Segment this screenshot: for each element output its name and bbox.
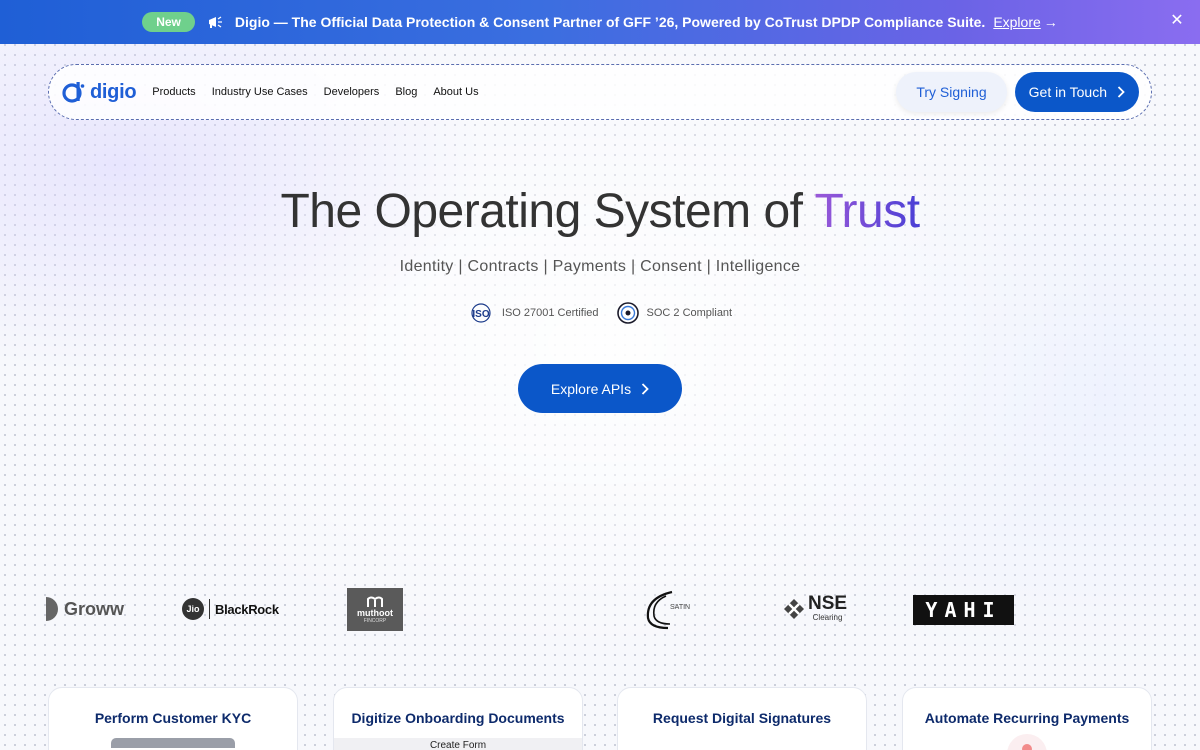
iso-badge-icon: ISO xyxy=(471,303,491,323)
main-nav: digio Products Industry Use Cases Develo… xyxy=(48,64,1152,120)
try-signing-label: Try Signing xyxy=(916,84,987,100)
card-preview xyxy=(111,738,235,748)
nav-item-about-us[interactable]: About Us xyxy=(433,86,478,98)
client-logos: Groww Jio BlackRock muthoot FINCORP SATI… xyxy=(0,585,1200,635)
jio-blackrock-logo: Jio BlackRock xyxy=(182,598,279,620)
explore-apis-label: Explore APIs xyxy=(550,380,632,397)
card-title: Digitize Onboarding Documents xyxy=(351,710,565,726)
nav-menu: Products Industry Use Cases Developers B… xyxy=(152,86,478,98)
jio-mark: Jio xyxy=(182,598,204,620)
get-in-touch-button[interactable]: Get in Touch xyxy=(1014,72,1139,112)
banner-explore-link[interactable]: Explore xyxy=(993,14,1040,30)
hero-title: The Operating System of Trust xyxy=(0,184,1200,239)
groww-text: Groww xyxy=(64,598,125,619)
nav-actions: Try Signing Get in Touch xyxy=(896,72,1139,112)
card-title: Perform Customer KYC xyxy=(94,710,252,726)
hero-title-accent: Trust xyxy=(814,185,920,238)
card-preview-form: Create Form xyxy=(334,738,582,750)
yahi-logo: YAHI xyxy=(913,595,1014,625)
groww-logo: Groww xyxy=(46,597,124,621)
card-title: Automate Recurring Payments xyxy=(924,710,1130,726)
muthoot-text: muthoot xyxy=(357,607,393,618)
new-badge: New xyxy=(142,12,195,32)
nav-item-products[interactable]: Products xyxy=(152,86,195,98)
banner-message: Digio — The Official Data Protection & C… xyxy=(234,14,986,30)
certifications: ISO ISO 27001 Certified SOC 2 Compliant xyxy=(0,302,1200,324)
get-in-touch-label: Get in Touch xyxy=(1028,84,1107,100)
iso-label: ISO 27001 Certified xyxy=(501,307,599,319)
satin-text: SATIN xyxy=(670,603,691,611)
satin-logo: SATIN xyxy=(642,588,690,630)
card-recurring-payments[interactable]: Automate Recurring Payments xyxy=(902,687,1152,750)
muthoot-logo: muthoot FINCORP xyxy=(347,588,403,631)
megaphone-icon xyxy=(208,16,222,28)
try-signing-button[interactable]: Try Signing xyxy=(896,72,1007,112)
nse-text-group: NSE Clearing xyxy=(808,593,848,622)
card-customer-kyc[interactable]: Perform Customer KYC xyxy=(48,687,298,750)
soc-badge-icon xyxy=(616,302,639,324)
nse-mark-icon xyxy=(784,598,804,619)
nse-sub: Clearing xyxy=(812,613,843,622)
card-title: Request Digital Signatures xyxy=(652,710,832,726)
iso-badge-text: ISO xyxy=(472,309,489,320)
card-digital-signatures[interactable]: Request Digital Signatures xyxy=(617,687,867,750)
soc-certification: SOC 2 Compliant xyxy=(616,302,733,324)
muthoot-mark-icon xyxy=(367,596,383,607)
iso-certification: ISO ISO 27001 Certified xyxy=(468,303,599,323)
nse-logo: NSE Clearing xyxy=(783,593,848,622)
announcement-banner: New Digio — The Official Data Protection… xyxy=(0,0,1200,44)
digio-logo[interactable]: digio xyxy=(61,79,137,105)
groww-mark-icon xyxy=(46,597,58,621)
muthoot-sub: FINCORP xyxy=(363,617,387,624)
nav-item-developers[interactable]: Developers xyxy=(324,86,380,98)
hero-title-main: The Operating System of xyxy=(280,185,815,238)
card-onboarding-documents[interactable]: Digitize Onboarding Documents Create For… xyxy=(333,687,583,750)
nav-item-industry-use-cases[interactable]: Industry Use Cases xyxy=(212,86,308,98)
chevron-right-icon xyxy=(1117,86,1125,98)
digio-logo-icon xyxy=(62,82,85,103)
nav-item-blog[interactable]: Blog xyxy=(395,86,417,98)
explore-apis-button[interactable]: Explore APIs xyxy=(518,364,682,413)
yahi-text: YAHI xyxy=(925,598,1002,622)
close-icon[interactable]: ✕ xyxy=(1168,12,1186,30)
logo-divider xyxy=(209,599,210,619)
hero-subtitle: Identity | Contracts | Payments | Consen… xyxy=(399,258,801,275)
logo-text: digio xyxy=(90,80,137,103)
arrow-right-icon: → xyxy=(1043,14,1058,30)
blackrock-text: BlackRock xyxy=(215,601,279,617)
chevron-right-icon xyxy=(641,382,649,395)
nse-text: NSE xyxy=(808,593,848,614)
soc-label: SOC 2 Compliant xyxy=(646,307,733,319)
card-preview-icon xyxy=(1007,734,1047,750)
